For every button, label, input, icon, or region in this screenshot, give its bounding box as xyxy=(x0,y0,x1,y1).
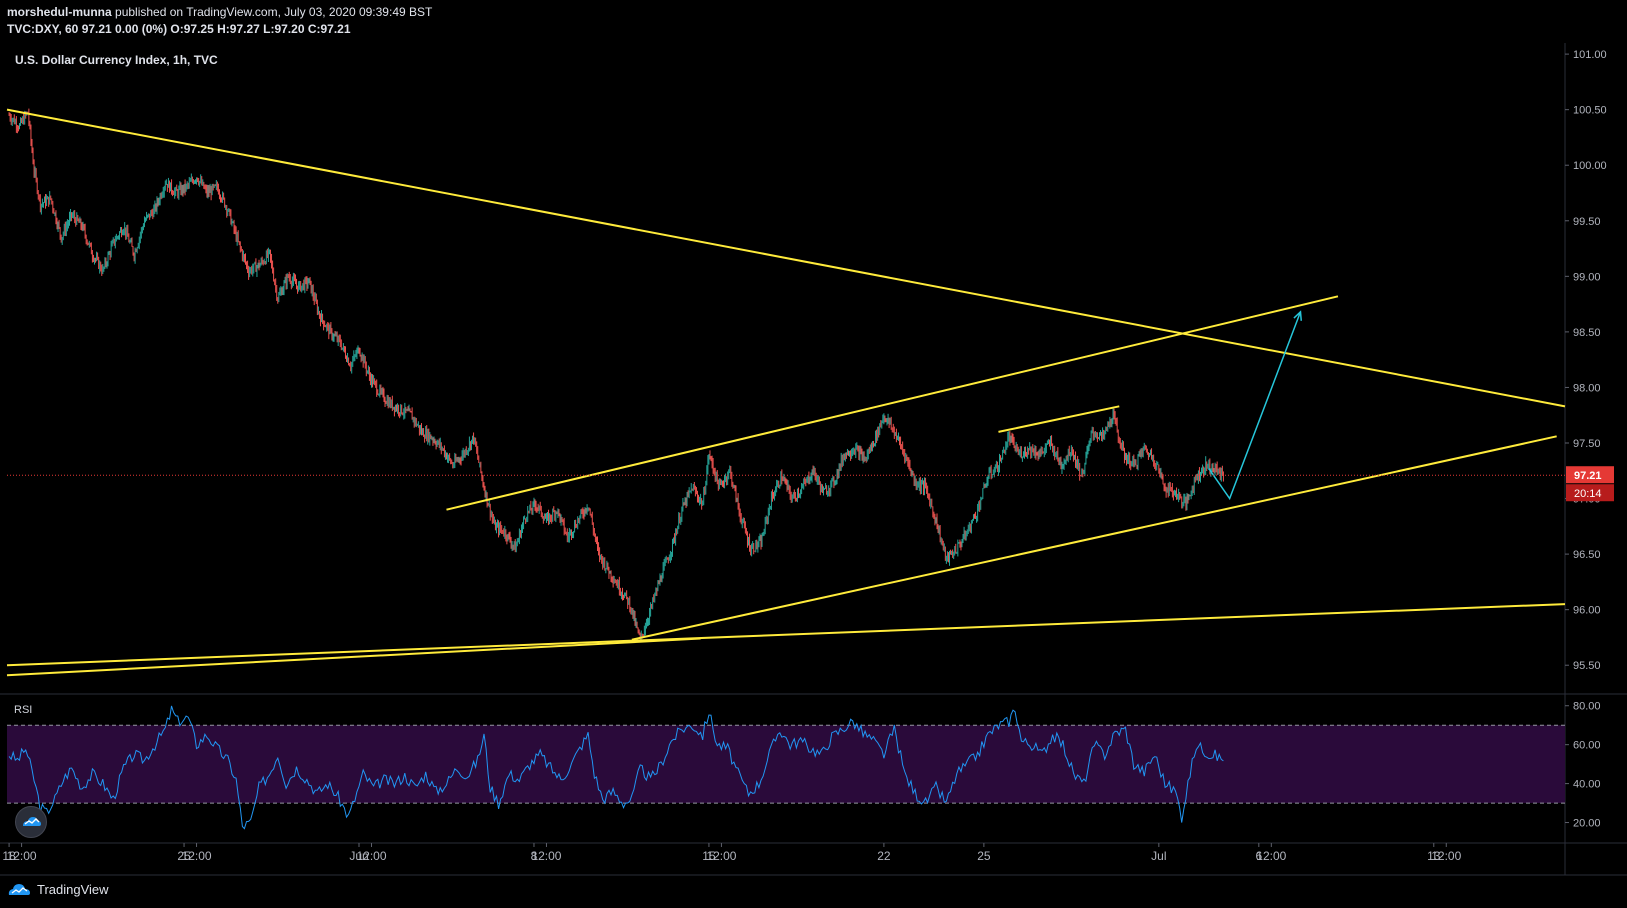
price-tick-label: 100.50 xyxy=(1573,105,1607,117)
time-tick-label: 12:00 xyxy=(7,849,37,863)
rsi-tick-label: 20.00 xyxy=(1573,818,1601,830)
trendline-long-term-support-a xyxy=(6,603,1566,667)
price-tick-label: 99.50 xyxy=(1573,216,1601,228)
tradingview-logo[interactable]: TradingView xyxy=(7,881,109,897)
candles xyxy=(8,108,1224,642)
trendlines[interactable] xyxy=(6,108,1566,677)
rsi-tick-label: 40.00 xyxy=(1573,779,1601,791)
price-chart[interactable]: 101.00 100.50 100.00 99.50 99.00 98.50 98.00 97… xyxy=(0,0,1627,908)
rsi-tick-label: 80.00 xyxy=(1573,701,1601,713)
time-tick-label: 12:00 xyxy=(531,849,561,863)
price-tick-label: 101.00 xyxy=(1573,49,1607,61)
tradingview-cloud-icon xyxy=(8,884,31,895)
price-tick-label: 99.00 xyxy=(1573,271,1601,283)
time-tick-label: 25 xyxy=(977,849,991,863)
price-tick-label: 98.50 xyxy=(1573,327,1601,339)
countdown-label: 20:14 xyxy=(1574,488,1602,500)
time-tick-label: 12:00 xyxy=(1256,849,1286,863)
price-tick-label: 95.50 xyxy=(1573,660,1601,672)
price-tick-label: 97.50 xyxy=(1573,438,1601,450)
price-tick-label: 96.00 xyxy=(1573,605,1601,617)
price-tick-label: 96.50 xyxy=(1573,549,1601,561)
time-tick-label: 12:00 xyxy=(356,849,386,863)
time-tick-label: Jul xyxy=(1151,849,1166,863)
rsi-tick-label: 60.00 xyxy=(1573,740,1601,752)
trendline-short-resistance xyxy=(998,405,1120,433)
tradingview-brand: TradingView xyxy=(37,881,109,897)
trendline-channel-upper xyxy=(446,295,1339,511)
price-tick-label: 98.00 xyxy=(1573,382,1601,394)
time-tick-label: 12:00 xyxy=(1431,849,1461,863)
tradingview-badge-icon[interactable] xyxy=(15,806,47,838)
time-tick-label: 12:00 xyxy=(182,849,212,863)
last-price-label: 97.21 xyxy=(1574,470,1602,482)
trendline-long-term-resistance xyxy=(6,108,1566,408)
time-tick-label: 22 xyxy=(877,849,891,863)
price-tick-label: 100.00 xyxy=(1573,160,1607,172)
trendline-long-term-support-b xyxy=(6,637,701,677)
time-tick-label: 12:00 xyxy=(706,849,736,863)
